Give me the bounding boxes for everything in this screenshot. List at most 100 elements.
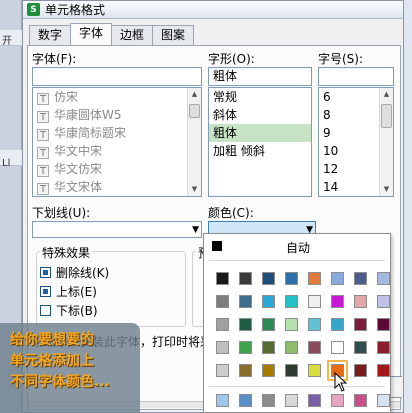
color-swatch[interactable] (216, 295, 229, 308)
color-swatch[interactable] (308, 272, 321, 285)
font-list[interactable]: T 仿宋 T 华康圆体W5 T 华康简标题宋 T 华文中宋 T 华文仿宋 T 华文宋体 ▲ … (32, 87, 202, 197)
recent-color-swatch[interactable] (377, 394, 390, 407)
scroll-up-icon[interactable]: ▲ (380, 88, 393, 101)
dialog-title: 单元格格式 (45, 3, 106, 17)
size-label: 字号(S): (318, 52, 364, 66)
scrollbar-thumb[interactable] (189, 104, 200, 118)
scrollbar-thumb[interactable] (381, 104, 392, 128)
font-list-item[interactable]: T 华康圆体W5 (33, 106, 201, 124)
color-swatch[interactable] (216, 318, 229, 331)
underline-select[interactable]: ▼ (32, 221, 202, 238)
checkbox-box[interactable] (40, 305, 51, 316)
tab-font[interactable]: 字体 (70, 23, 113, 45)
color-swatch[interactable] (285, 318, 298, 331)
font-list-item[interactable]: T 仿宋 (33, 88, 201, 106)
color-swatch[interactable] (377, 295, 390, 308)
checkbox-box[interactable] (40, 286, 51, 297)
color-swatch[interactable] (216, 364, 229, 377)
color-swatch[interactable] (239, 272, 252, 285)
color-swatch[interactable] (239, 341, 252, 354)
palette-separator (209, 260, 385, 261)
scroll-down-icon[interactable]: ▼ (188, 183, 201, 196)
color-swatch[interactable] (331, 272, 344, 285)
style-list[interactable]: 常规 斜体 粗体 加粗 倾斜 (208, 87, 312, 197)
color-swatch[interactable] (262, 272, 275, 285)
recent-color-swatch[interactable] (262, 394, 275, 407)
size-input[interactable] (318, 67, 394, 86)
color-swatch[interactable] (239, 318, 252, 331)
font-list-item[interactable]: T 华康简标题宋 (33, 124, 201, 142)
automatic-color-option[interactable]: 自动 (204, 234, 390, 258)
tab-number[interactable]: 数字 (29, 25, 72, 45)
sheet-side-label: 开 (2, 36, 12, 47)
color-swatch[interactable] (377, 364, 390, 377)
recent-color-swatch[interactable] (285, 394, 298, 407)
color-swatch[interactable] (331, 318, 344, 331)
font-item-label: 华文宋体 (54, 180, 103, 194)
color-swatch[interactable] (331, 341, 344, 354)
color-swatch[interactable] (354, 318, 367, 331)
color-label: 颜色(C): (208, 206, 254, 220)
color-swatch[interactable] (354, 341, 367, 354)
subscript-checkbox[interactable]: 下标(B) (40, 302, 98, 319)
font-list-item[interactable]: T 华文仿宋 (33, 160, 201, 178)
font-item-label: 华康简标题宋 (54, 126, 127, 140)
color-swatch[interactable] (285, 364, 298, 377)
color-swatch[interactable] (262, 295, 275, 308)
recent-color-swatch[interactable] (216, 394, 229, 407)
color-swatch[interactable] (308, 295, 321, 308)
style-label: 字形(O): (208, 52, 255, 66)
color-swatch[interactable] (377, 341, 390, 354)
automatic-color-swatch (212, 241, 222, 251)
recent-color-swatch[interactable] (331, 394, 344, 407)
color-swatch[interactable] (308, 318, 321, 331)
color-swatch[interactable] (308, 341, 321, 354)
recent-color-swatch[interactable] (239, 394, 252, 407)
color-swatch[interactable] (262, 318, 275, 331)
scroll-down-icon[interactable]: ▼ (380, 183, 393, 196)
size-list[interactable]: 6 8 9 10 12 14 ▲ ▼ (318, 87, 394, 197)
style-list-item[interactable]: 斜体 (209, 106, 311, 124)
style-input[interactable]: 粗体 (208, 67, 312, 86)
color-swatch[interactable] (239, 295, 252, 308)
color-swatch[interactable] (331, 295, 344, 308)
style-list-item[interactable]: 加粗 倾斜 (209, 142, 311, 160)
color-swatch[interactable] (262, 341, 275, 354)
color-swatch[interactable] (285, 272, 298, 285)
recent-color-swatch[interactable] (354, 394, 367, 407)
color-swatch[interactable] (354, 364, 367, 377)
superscript-checkbox[interactable]: 上标(E) (40, 283, 97, 300)
color-swatch[interactable] (285, 295, 298, 308)
checkbox-box[interactable] (40, 267, 51, 278)
color-swatch[interactable] (377, 318, 390, 331)
color-swatch[interactable] (262, 364, 275, 377)
font-item-label: 仿宋 (54, 90, 79, 104)
color-swatch-grid (216, 272, 390, 381)
color-swatch[interactable] (285, 341, 298, 354)
color-swatch[interactable] (216, 272, 229, 285)
font-name-input[interactable] (32, 67, 202, 86)
color-swatch[interactable] (239, 364, 252, 377)
style-list-item-selected[interactable]: 粗体 (209, 124, 311, 142)
color-swatch[interactable] (354, 272, 367, 285)
color-swatch[interactable] (354, 295, 367, 308)
size-list-scrollbar[interactable]: ▲ ▼ (379, 88, 393, 196)
color-palette-popup[interactable]: 自动 (203, 233, 391, 413)
tab-border[interactable]: 边框 (111, 25, 154, 45)
recent-color-swatch[interactable] (308, 394, 321, 407)
color-swatch[interactable] (216, 341, 229, 354)
strikethrough-checkbox[interactable]: 删除线(K) (40, 264, 109, 281)
font-list-item[interactable]: T 华文宋体 (33, 178, 201, 196)
color-swatch[interactable] (308, 364, 321, 377)
font-list-item[interactable]: T 华文中宋 (33, 142, 201, 160)
tutorial-caption: 给你要想要的 单元格添加上 不同字体颜色... (10, 332, 110, 390)
tab-pattern[interactable]: 图案 (152, 25, 195, 45)
app-icon: S (27, 3, 40, 16)
color-swatch[interactable] (377, 272, 390, 285)
truetype-icon: T (37, 111, 49, 123)
scroll-up-icon[interactable]: ▲ (188, 88, 201, 101)
dialog-titlebar[interactable]: S 单元格格式 (23, 1, 403, 19)
chevron-down-icon: ▼ (192, 225, 199, 235)
style-list-item[interactable]: 常规 (209, 88, 311, 106)
font-list-scrollbar[interactable]: ▲ ▼ (187, 88, 201, 196)
